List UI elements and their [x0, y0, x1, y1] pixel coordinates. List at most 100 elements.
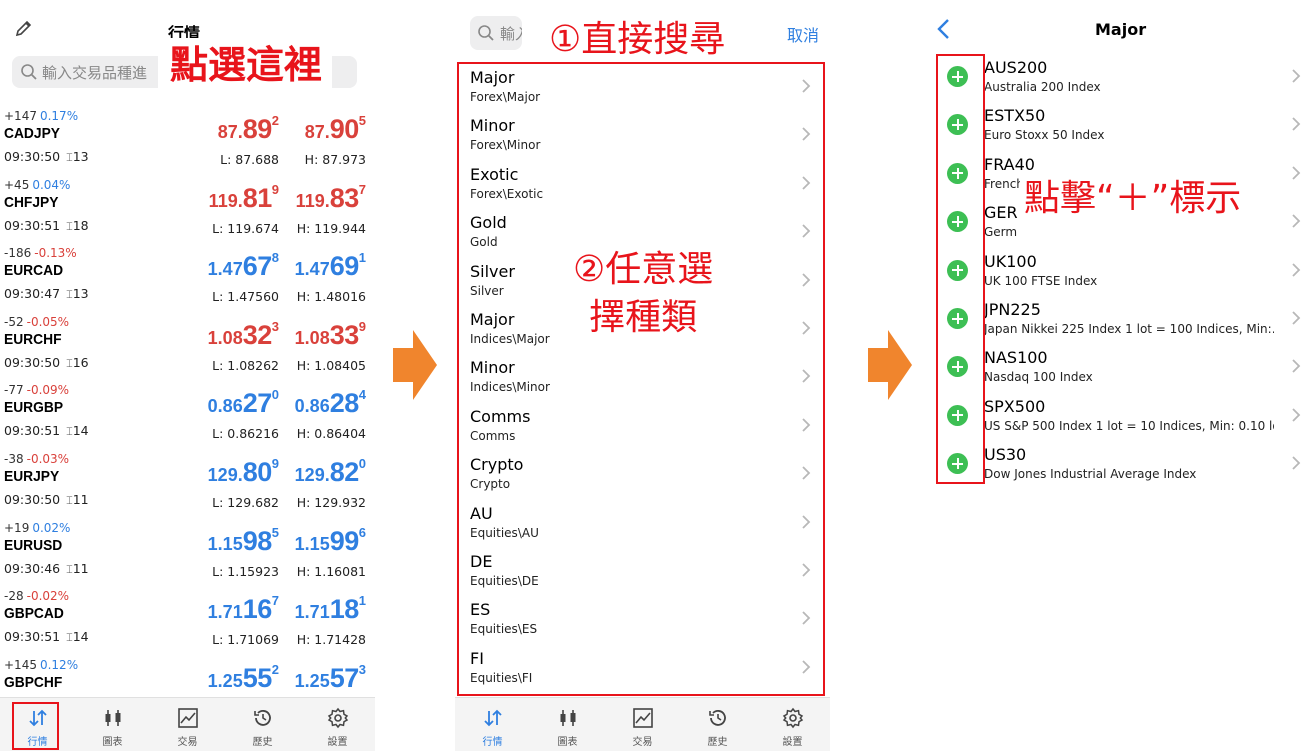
time-value: 09:30:51 — [4, 423, 61, 439]
change-points: +19 — [4, 520, 30, 535]
quote-row[interactable]: -186 -0.13% EURCAD 09:30:47 ⌶13 1.47678 1.476… — [0, 246, 375, 314]
tab-candlestick-chart[interactable]: 圖表 — [75, 698, 150, 751]
spread-value: 13 — [72, 149, 89, 164]
price-prefix: 1.71 — [207, 602, 243, 623]
price-prefix: 87. — [304, 122, 330, 142]
quote-row[interactable]: -77 -0.09% EURGBP 09:30:51 ⌶14 0.86270 0.8628… — [0, 383, 375, 451]
change-value: -52 -0.05% — [4, 315, 69, 329]
tab-trade-chart[interactable]: 交易 — [150, 698, 225, 751]
tab-label: 交易 — [177, 737, 198, 748]
price-pip: 5 — [358, 113, 366, 128]
add-column-highlight-box — [936, 54, 985, 484]
bid-price: 1.08323 — [208, 319, 279, 351]
back-chevron-icon[interactable] — [936, 18, 950, 40]
chevron-right-icon — [1292, 359, 1301, 374]
candlestick-chart-icon — [560, 710, 575, 726]
quote-time: 09:30:47 ⌶13 — [4, 286, 89, 302]
time-value: 09:30:50 — [4, 492, 61, 507]
cancel-button[interactable]: 取消 — [787, 22, 819, 46]
high-value: H: 0.86404 — [296, 426, 366, 442]
high-value: H: 1.08405 — [296, 357, 366, 373]
quote-time: 09:30:51 ⌶14 — [4, 423, 89, 439]
quote-row[interactable]: -38 -0.03% EURJPY 09:30:50 ⌶11 129.809 129.82… — [0, 452, 375, 520]
quotes-arrows-icon — [483, 709, 502, 727]
price-big: 27 — [242, 388, 273, 419]
tab-highlight-box — [12, 702, 59, 750]
edit-pencil-icon[interactable] — [14, 18, 34, 38]
quote-row[interactable]: +19 0.02% EURUSD 09:30:46 ⌶11 1.15985 1.15996… — [0, 521, 375, 589]
symbol-description: Dow Jones Industrial Average Index — [984, 467, 1197, 482]
time-value: 09:30:50 — [4, 149, 61, 164]
price-pip: 0 — [358, 456, 366, 471]
symbol-item[interactable]: SPX500 US S&P 500 Index 1 lot = 10 Indice… — [930, 395, 1305, 443]
symbol-name: NAS100 — [984, 348, 1048, 368]
price-pip: 9 — [271, 456, 279, 471]
tab-history-clock[interactable]: 歷史 — [225, 698, 300, 751]
symbol-name: JPN225 — [984, 300, 1041, 319]
symbol-item[interactable]: AUS200 Australia 200 Index — [930, 56, 1305, 104]
quote-row[interactable]: +147 0.17% CADJPY 09:30:50 ⌶13 87.892 87.905 L… — [0, 109, 375, 177]
history-clock-icon — [253, 710, 271, 726]
quote-time: 09:30:50 ⌶16 — [4, 355, 89, 371]
trade-chart-icon — [177, 708, 198, 728]
gear-icon — [327, 707, 348, 729]
tab-candlestick-chart[interactable]: 圖表 — [530, 698, 605, 751]
spread-icon: ⌶ — [66, 562, 73, 576]
time-value: 09:30:46 — [4, 560, 61, 576]
symbol-item[interactable]: UK100 UK 100 FTSE Index — [930, 250, 1305, 298]
price-pip: 2 — [271, 661, 279, 677]
symbol-item[interactable]: JPN225 Japan Nikkei 225 Index 1 lot = 100… — [930, 298, 1305, 346]
change-points: -77 — [4, 383, 24, 398]
price-big: 90 — [329, 114, 360, 144]
tab-history-clock[interactable]: 歷史 — [680, 698, 755, 751]
tab-trade-chart[interactable]: 交易 — [605, 698, 680, 751]
symbol-name: EURUSD — [4, 536, 63, 554]
change-points: +45 — [4, 177, 30, 192]
tab-label: 歷史 — [252, 737, 273, 748]
bid-price: 129.809 — [208, 456, 279, 488]
bid-price: 119.819 — [209, 182, 279, 214]
tab-gear[interactable]: 設置 — [755, 698, 830, 751]
tab-label: 設置 — [327, 737, 348, 748]
low-value: L: 1.08262 — [212, 357, 279, 373]
symbol-name: EURGBP — [4, 399, 64, 417]
change-value: -28 -0.02% — [4, 589, 69, 603]
change-points: -28 — [4, 589, 24, 604]
quote-row[interactable]: +45 0.04% CHFJPY 09:30:51 ⌶18 119.819 119.837… — [0, 178, 375, 246]
price-pip: 0 — [271, 387, 279, 403]
search-placeholder: 輸入 — [500, 25, 522, 43]
quote-row[interactable]: -28 -0.02% GBPCAD 09:30:51 ⌶14 1.71167 1.7118… — [0, 589, 375, 657]
symbol-description: Australia 200 Index — [984, 80, 1101, 94]
ask-price: 1.15996 — [295, 525, 366, 557]
tab-label: 歷史 — [707, 737, 728, 748]
search-icon — [21, 64, 37, 80]
symbol-description: Nasdaq 100 Index — [984, 370, 1093, 385]
symbol-item[interactable]: NAS100 Nasdaq 100 Index — [930, 346, 1305, 394]
bid-price: 1.25552 — [208, 662, 279, 694]
symbol-description: Japan Nikkei 225 Index 1 lot = 100 Indic… — [984, 322, 1274, 336]
high-value: H: 87.973 — [304, 152, 366, 167]
change-percent: 0.04% — [32, 177, 71, 192]
price-prefix: 1.08 — [207, 327, 243, 348]
price-big: 32 — [242, 319, 273, 350]
chevron-right-icon — [1292, 456, 1301, 470]
quote-row[interactable]: -52 -0.05% EURCHF 09:30:50 ⌶16 1.08323 1.0833… — [0, 315, 375, 383]
price-big: 82 — [329, 457, 360, 487]
spread-value: 11 — [72, 492, 89, 507]
spread-icon: ⌶ — [66, 631, 73, 645]
tab-gear[interactable]: 設置 — [300, 698, 375, 751]
symbol-name: EURCAD — [4, 262, 64, 280]
change-value: -186 -0.13% — [4, 246, 77, 260]
symbol-name: AUS200 — [984, 58, 1048, 77]
symbol-item[interactable]: US30 Dow Jones Industrial Average Index — [930, 443, 1305, 491]
category-highlight-box — [457, 62, 825, 696]
time-value: 09:30:47 — [4, 286, 61, 302]
change-points: -38 — [4, 452, 24, 466]
category-search-input[interactable]: 輸入 — [470, 16, 522, 50]
quote-time: 09:30:51 ⌶14 — [4, 629, 89, 645]
tab-quotes-arrows[interactable]: 行情 — [455, 698, 530, 751]
change-percent: -0.13% — [34, 246, 77, 261]
low-value: L: 129.682 — [212, 495, 279, 510]
symbol-item[interactable]: ESTX50 Euro Stoxx 50 Index — [930, 104, 1305, 152]
price-big: 89 — [242, 114, 273, 144]
